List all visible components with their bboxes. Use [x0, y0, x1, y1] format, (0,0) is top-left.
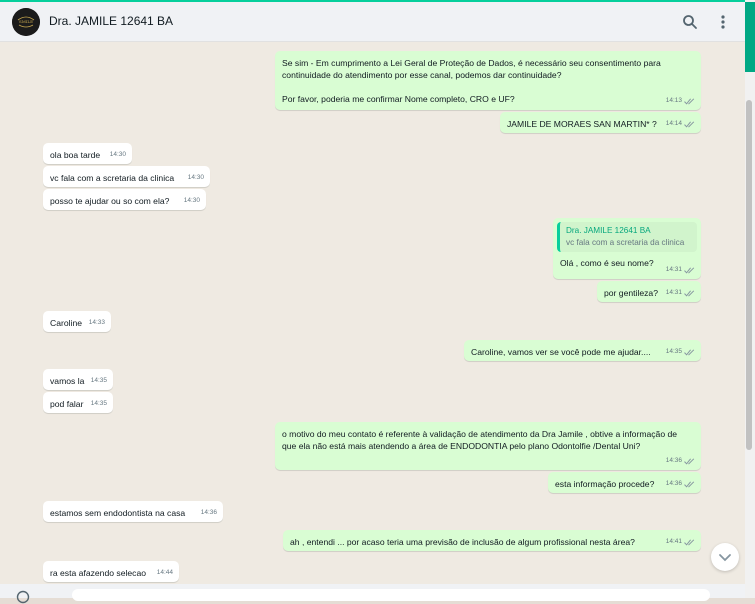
message-incoming[interactable]: vc fala com a scretaria da clinica 14:30: [43, 166, 210, 187]
message-meta: 14:44: [157, 567, 173, 579]
message-time: 14:31: [665, 289, 682, 296]
message-time: 14:30: [187, 174, 204, 181]
double-check-icon: [684, 457, 695, 465]
message-text: ra esta afazendo selecao: [50, 568, 147, 578]
search-icon[interactable]: [680, 12, 700, 32]
message-time: 14:35: [90, 400, 107, 407]
message-outgoing[interactable]: por gentileza? 14:31: [597, 281, 701, 302]
emoji-icon[interactable]: [16, 590, 30, 604]
message-outgoing[interactable]: JAMILE DE MORAES SAN MARTIN* ? 14:14: [500, 112, 701, 133]
double-check-icon: [684, 289, 695, 297]
message-text: Se sim - Em cumprimento a Lei Geral de P…: [282, 58, 661, 104]
double-check-icon: [684, 480, 695, 488]
message-incoming[interactable]: vamos la 14:35: [43, 369, 113, 390]
double-check-icon: [684, 120, 695, 128]
message-incoming[interactable]: posso te ajudar ou so com ela? 14:30: [43, 189, 206, 210]
message-text: Caroline, vamos ver se você pode me ajud…: [471, 347, 651, 357]
quoted-text: vc fala com a scretaria da clinica: [566, 238, 685, 247]
double-check-icon: [684, 538, 695, 546]
message-meta: 14:14: [666, 118, 695, 130]
message-meta: 14:33: [89, 317, 105, 329]
message-incoming[interactable]: ola boa tarde 14:30: [43, 143, 132, 164]
message-meta: 14:41: [666, 536, 695, 548]
message-time: 14:35: [665, 348, 682, 355]
message-meta: 14:35: [91, 398, 107, 410]
avatar[interactable]: SMILE: [12, 8, 40, 36]
message-incoming[interactable]: pod falar 14:35: [43, 392, 113, 413]
message-time: 14:35: [90, 377, 107, 384]
kebab-menu-icon[interactable]: [713, 12, 733, 32]
message-meta: 14:35: [666, 346, 695, 358]
message-meta: 14:13: [666, 95, 695, 107]
message-meta: 14:30: [184, 195, 200, 207]
message-outgoing-reply[interactable]: Dra. JAMILE 12641 BA vc fala com a scret…: [553, 218, 701, 279]
message-time: 14:36: [665, 457, 682, 464]
message-list[interactable]: Se sim - Em cumprimento a Lei Geral de P…: [0, 42, 745, 584]
message-outgoing[interactable]: esta informação procede? 14:36: [548, 472, 701, 493]
message-meta: 14:36: [666, 455, 695, 467]
message-time: 14:41: [665, 538, 682, 545]
contact-name[interactable]: Dra. JAMILE 12641 BA: [49, 14, 173, 28]
message-text: vc fala com a scretaria da clinica: [50, 173, 175, 183]
double-check-icon: [684, 266, 695, 274]
message-meta: 14:35: [91, 375, 107, 387]
message-input[interactable]: [72, 589, 710, 601]
scroll-to-bottom-button[interactable]: [711, 543, 739, 571]
message-text: posso te ajudar ou so com ela?: [50, 196, 170, 206]
message-time: 14:36: [200, 509, 217, 516]
double-check-icon: [684, 97, 695, 105]
scrollbar-thumb[interactable]: [746, 100, 752, 450]
message-time: 14:44: [156, 569, 173, 576]
message-time: 14:14: [665, 120, 682, 127]
message-time: 14:30: [183, 197, 200, 204]
message-meta: 14:31: [666, 287, 695, 299]
message-incoming[interactable]: ra esta afazendo selecao 14:44: [43, 561, 179, 582]
message-time: 14:36: [665, 480, 682, 487]
message-outgoing[interactable]: ah , entendi ... por acaso teria uma pre…: [283, 530, 701, 551]
message-outgoing[interactable]: Caroline, vamos ver se você pode me ajud…: [464, 340, 701, 361]
quoted-message[interactable]: Dra. JAMILE 12641 BA vc fala com a scret…: [557, 222, 697, 252]
message-time: 14:13: [665, 97, 682, 104]
window-edge-accent: [745, 2, 755, 72]
chat-header[interactable]: SMILE Dra. JAMILE 12641 BA: [0, 2, 745, 42]
message-outgoing[interactable]: Se sim - Em cumprimento a Lei Geral de P…: [275, 51, 701, 110]
message-time: 14:30: [109, 151, 126, 158]
message-time: 14:31: [665, 266, 682, 273]
double-check-icon: [684, 348, 695, 356]
message-time: 14:33: [88, 319, 105, 326]
message-meta: 14:30: [110, 149, 126, 161]
message-text: ah , entendi ... por acaso teria uma pre…: [290, 537, 635, 547]
message-incoming[interactable]: Caroline 14:33: [43, 311, 111, 332]
message-outgoing[interactable]: o motivo do meu contato é referente à va…: [275, 422, 701, 470]
message-meta: 14:36: [201, 507, 217, 519]
message-text: o motivo do meu contato é referente à va…: [282, 429, 678, 451]
message-meta: 14:31: [666, 264, 695, 276]
message-meta: 14:36: [666, 478, 695, 490]
avatar-logo-text: SMILE: [19, 19, 33, 24]
message-meta: 14:30: [188, 172, 204, 184]
chevron-down-icon: [719, 554, 731, 562]
message-text: estamos sem endodontista na casa: [50, 508, 186, 518]
message-incoming[interactable]: estamos sem endodontista na casa 14:36: [43, 501, 223, 522]
quoted-sender: Dra. JAMILE 12641 BA: [566, 226, 651, 235]
